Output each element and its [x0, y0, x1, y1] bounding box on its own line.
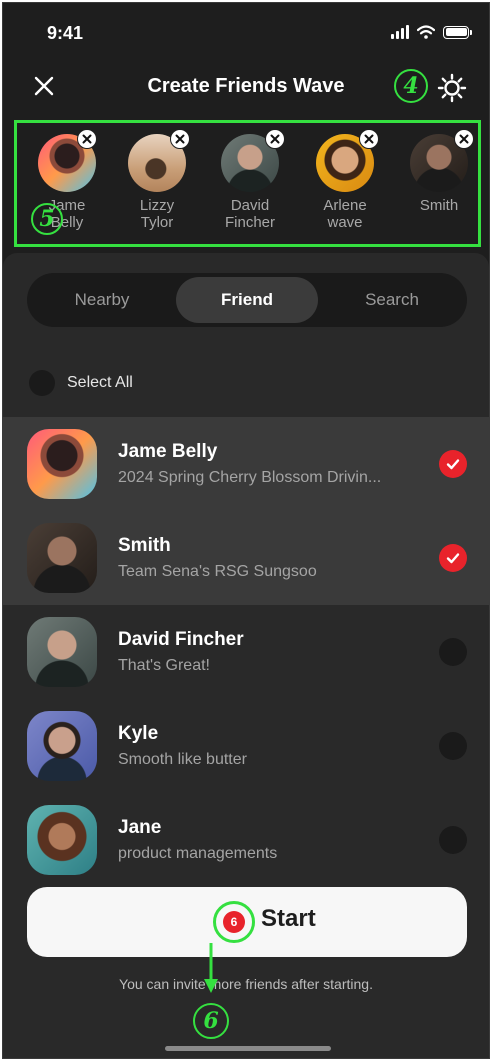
annotation-marker-6: 6 [193, 1003, 229, 1039]
friend-status: 2024 Spring Cherry Blossom Drivin... [118, 469, 382, 486]
selected-friend: David Fincher [210, 134, 290, 231]
invite-note: You can invite more friends after starti… [119, 976, 373, 992]
friend-row[interactable]: Jame Belly 2024 Spring Cherry Blossom Dr… [3, 417, 489, 511]
annotation-arrow [204, 943, 218, 993]
cellular-signal-icon [391, 25, 409, 39]
select-all-toggle[interactable]: Select All [29, 370, 133, 396]
tab-search[interactable]: Search [321, 277, 463, 323]
start-button[interactable]: 6 Start [27, 887, 467, 957]
friend-name: Smith [118, 535, 171, 556]
friend-row[interactable]: David Fincher That's Great! [3, 605, 489, 699]
tab-bar: Nearby Friend Search [27, 273, 467, 327]
settings-button[interactable] [437, 73, 467, 103]
friend-status: Smooth like butter [118, 751, 247, 768]
remove-friend-button[interactable] [77, 129, 97, 149]
status-time: 9:41 [47, 23, 84, 43]
selected-friend-name: Smith [419, 197, 459, 214]
start-button-label: Start [261, 905, 316, 932]
select-all-label: Select All [67, 374, 133, 391]
tab-friend[interactable]: Friend [176, 277, 318, 323]
selected-friend-name: Lizzy Tylor [139, 197, 175, 231]
friend-status: That's Great! [118, 657, 210, 674]
avatar [27, 805, 97, 875]
select-all-radio[interactable] [29, 370, 55, 396]
close-icon [270, 134, 280, 144]
avatar [27, 617, 97, 687]
remove-friend-button[interactable] [454, 129, 474, 149]
selected-check[interactable] [439, 544, 467, 572]
close-icon [82, 134, 92, 144]
close-icon [364, 134, 374, 144]
avatar [27, 711, 97, 781]
tab-nearby[interactable]: Nearby [31, 277, 173, 323]
battery-icon [443, 25, 472, 39]
friend-status: product managements [118, 845, 278, 862]
selected-friend: Lizzy Tylor [117, 134, 197, 231]
close-icon [459, 134, 469, 144]
friend-name: Jame Belly [118, 441, 218, 462]
friend-name: Jane [118, 817, 162, 838]
selected-friend-name: David Fincher [224, 197, 276, 231]
selected-friend-name: Arlene wave [323, 197, 367, 231]
friend-name: David Fincher [118, 629, 244, 650]
remove-friend-button[interactable] [359, 129, 379, 149]
friend-row[interactable]: Smith Team Sena's RSG Sungsoo [3, 511, 489, 605]
selected-friends-strip: Jame Belly Lizzy Tylor David Fincher Arlene… [14, 120, 481, 247]
wifi-icon [417, 25, 435, 39]
status-bar: 9:41 [3, 3, 489, 63]
unselected-radio[interactable] [439, 826, 467, 854]
remove-friend-button[interactable] [265, 129, 285, 149]
annotation-marker-4: 4 [394, 69, 428, 103]
close-icon [175, 134, 185, 144]
friend-status: Team Sena's RSG Sungsoo [118, 563, 317, 580]
unselected-radio[interactable] [439, 638, 467, 666]
friend-row[interactable]: Jane product managements [3, 793, 489, 887]
friend-name: Kyle [118, 723, 159, 744]
checkmark-icon [446, 459, 460, 470]
checkmark-icon [446, 553, 460, 564]
annotation-marker-5: 5 [31, 203, 63, 235]
home-indicator [165, 1046, 331, 1051]
unselected-radio[interactable] [439, 732, 467, 760]
phone-screen: 9:41 Create Friends Wave 4 Jame Belly Li… [2, 2, 490, 1059]
status-icons [391, 25, 472, 39]
friend-row[interactable]: Kyle Smooth like butter [3, 699, 489, 793]
avatar [27, 429, 97, 499]
selected-check[interactable] [439, 450, 467, 478]
remove-friend-button[interactable] [170, 129, 190, 149]
start-count-badge: 6 [223, 911, 245, 933]
gear-icon [437, 73, 467, 103]
avatar [27, 523, 97, 593]
selected-friend: Arlene wave [305, 134, 385, 231]
